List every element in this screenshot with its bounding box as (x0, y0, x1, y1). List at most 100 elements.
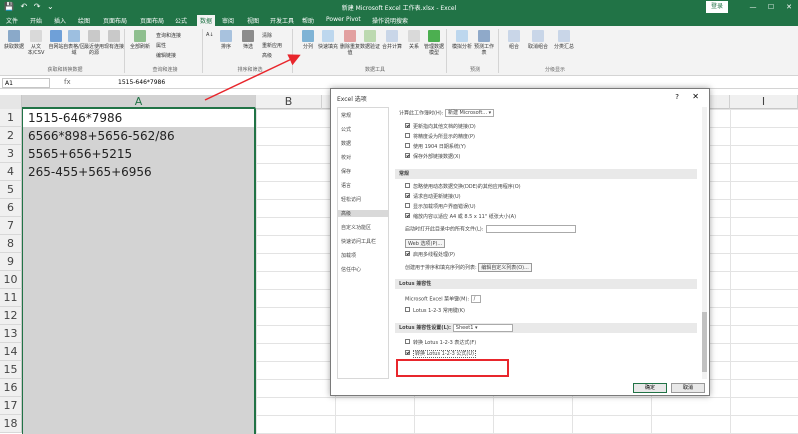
reapply-button[interactable]: 重新应用 (262, 42, 282, 49)
options-scrollbar[interactable] (702, 107, 707, 379)
tab-file[interactable]: 文件 (6, 16, 18, 25)
option-scale-a4[interactable]: 缩放内容以适应 A4 或 8.5 x 11" 纸张大小(A) (405, 213, 516, 221)
close-icon[interactable]: ✕ (692, 92, 699, 101)
column-header-i[interactable]: I (730, 95, 798, 109)
nav-item-general[interactable]: 常规 (341, 112, 351, 119)
option-lotus-eval[interactable]: 转换 Lotus 1-2-3 表达式(F) (405, 339, 476, 347)
tab-power-pivot[interactable]: Power Pivot (326, 16, 361, 23)
option-lotus-formula[interactable]: 转换 Lotus 1-2-3 公式(U) (405, 350, 476, 358)
checkbox[interactable] (405, 183, 410, 188)
data-validation-button[interactable]: 数据验证 (358, 30, 382, 50)
minimize-icon[interactable]: — (744, 0, 762, 14)
row-header[interactable]: 10 (0, 271, 22, 289)
row-header[interactable]: 14 (0, 343, 22, 361)
checkbox[interactable] (405, 123, 410, 128)
row-header[interactable]: 7 (0, 217, 22, 235)
data-model-button[interactable]: 管理数据模型 (422, 30, 446, 56)
option-addin-errors[interactable]: 显示加载项用户界面错误(U) (405, 203, 476, 211)
nav-item-language[interactable]: 语言 (341, 182, 351, 189)
calc-workbook-select[interactable]: 新建 Microsoft... ▾ (444, 109, 495, 117)
ok-button[interactable]: 确定 (633, 383, 667, 393)
column-header-a[interactable]: A (22, 95, 256, 109)
scrollbar-thumb[interactable] (702, 312, 707, 372)
option-precision[interactable]: 将精度设为所显示的精度(P) (405, 133, 475, 141)
row-header[interactable]: 2 (0, 127, 22, 145)
row-header[interactable]: 3 (0, 145, 22, 163)
option-update-links[interactable]: 更新指向其他文档的链接(D) (405, 123, 476, 131)
option-multithread[interactable]: 启用多线程处理(P) (405, 251, 455, 259)
edit-custom-lists-button[interactable]: 编辑自定义列表(O)... (478, 263, 532, 272)
edit-links-button[interactable]: 编辑链接 (156, 52, 176, 59)
queries-button[interactable]: 查询和连接 (156, 32, 181, 39)
tab-developer[interactable]: 开发工具 (270, 16, 294, 25)
sort-az-icon[interactable]: A↓ (206, 32, 214, 38)
nav-item-quick-access[interactable]: 快速访问工具栏 (341, 238, 376, 245)
what-if-button[interactable]: 模拟分析 (450, 30, 474, 50)
subtotal-button[interactable]: 分类汇总 (552, 30, 576, 50)
group-button[interactable]: 组合 (502, 30, 526, 50)
forecast-sheet-button[interactable]: 预测工作表 (472, 30, 496, 56)
tab-draw[interactable]: 绘图 (78, 16, 90, 25)
consolidate-button[interactable]: 合并计算 (380, 30, 404, 50)
advanced-button[interactable]: 高级 (262, 52, 272, 59)
maximize-icon[interactable]: ☐ (762, 0, 780, 14)
row-header[interactable]: 15 (0, 361, 22, 379)
sign-in-button[interactable]: 登录 (706, 1, 728, 13)
row-header[interactable]: 4 (0, 163, 22, 181)
cell-a4[interactable]: 265-455+565+6956 (28, 163, 152, 181)
option-lotus-nav[interactable]: Lotus 1-2-3 常用键(K) (405, 307, 465, 315)
cell-a2[interactable]: 6566*898+5656-562/86 (28, 127, 175, 145)
tell-me-search[interactable]: 操作说明搜索 (372, 16, 408, 25)
nav-item-customize-ribbon[interactable]: 自定义功能区 (341, 224, 371, 231)
tab-layout[interactable]: 页面布局 (103, 16, 127, 25)
option-save-external[interactable]: 保存外部链接数据(X) (405, 153, 460, 161)
filter-button[interactable]: 筛选 (236, 30, 260, 50)
checkbox[interactable] (405, 307, 410, 312)
checkbox[interactable] (405, 350, 410, 355)
close-icon[interactable]: ✕ (780, 0, 798, 14)
clear-button[interactable]: 清除 (262, 32, 272, 39)
tab-view[interactable]: 视图 (247, 16, 259, 25)
tab-page-layout[interactable]: 页面布局 (140, 16, 164, 25)
tab-home[interactable]: 开始 (30, 16, 42, 25)
row-header[interactable]: 13 (0, 325, 22, 343)
checkbox[interactable] (405, 153, 410, 158)
row-header[interactable]: 5 (0, 181, 22, 199)
nav-item-addins[interactable]: 加载项 (341, 252, 356, 259)
nav-item-save[interactable]: 保存 (341, 168, 351, 175)
nav-item-formulas[interactable]: 公式 (341, 126, 351, 133)
name-box[interactable]: A1 (2, 78, 50, 88)
properties-button[interactable]: 属性 (156, 42, 166, 49)
tab-insert[interactable]: 插入 (54, 16, 66, 25)
checkbox[interactable] (405, 203, 410, 208)
web-options-button[interactable]: Web 选项(P)... (405, 239, 446, 248)
select-all-corner[interactable] (0, 95, 22, 109)
row-header[interactable]: 1 (0, 109, 22, 127)
cancel-button[interactable]: 取消 (671, 383, 705, 393)
tab-help[interactable]: 帮助 (302, 16, 314, 25)
menu-key-input[interactable]: / (470, 295, 481, 303)
option-ask-update-links[interactable]: 请求自动更新链接(U) (405, 193, 461, 201)
tab-formulas[interactable]: 公式 (175, 16, 187, 25)
row-header[interactable]: 12 (0, 307, 22, 325)
cell-a1[interactable]: 1515-646*7986 (28, 109, 122, 127)
help-icon[interactable]: ? (675, 93, 679, 101)
ungroup-button[interactable]: 取消组合 (526, 30, 550, 50)
row-header[interactable]: 11 (0, 289, 22, 307)
sort-button[interactable]: 排序 (214, 30, 238, 50)
startup-folder-input[interactable] (486, 225, 577, 233)
row-header[interactable]: 9 (0, 253, 22, 271)
row-header[interactable]: 17 (0, 397, 22, 415)
row-header[interactable]: 16 (0, 379, 22, 397)
formula-input[interactable]: 1515-646*7986 (118, 78, 165, 88)
lotus-sheet-select[interactable]: Sheet1 ▾ (452, 323, 513, 332)
row-header[interactable]: 8 (0, 235, 22, 253)
checkbox[interactable] (405, 339, 410, 344)
nav-item-trust-center[interactable]: 信任中心 (341, 266, 361, 273)
tab-data[interactable]: 数据 (197, 15, 216, 26)
get-data-button[interactable]: 获取数据 (2, 30, 26, 50)
column-header-h[interactable] (710, 95, 730, 109)
row-header[interactable]: 6 (0, 199, 22, 217)
checkbox[interactable] (405, 251, 410, 256)
option-ignore-dde[interactable]: 忽略使用动态数据交换(DDE)的其他应用程序(O) (405, 183, 521, 191)
